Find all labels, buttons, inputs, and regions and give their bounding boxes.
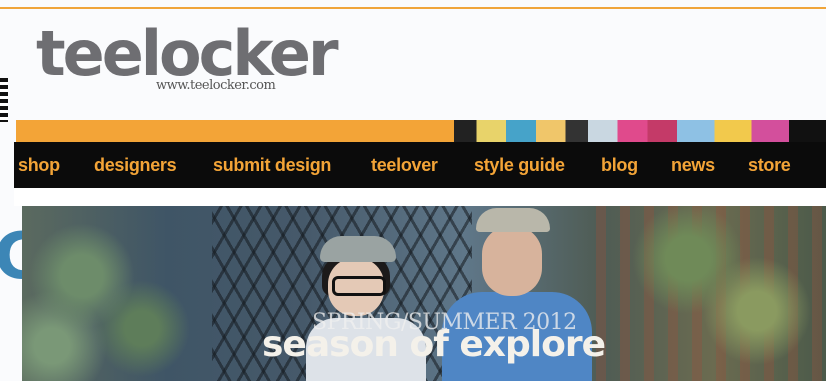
foliage-right-image bbox=[596, 206, 826, 381]
nav-teelover[interactable]: teelover bbox=[371, 142, 438, 188]
nav-spacer bbox=[14, 188, 826, 206]
nav-store[interactable]: store bbox=[748, 142, 791, 188]
nav-shop[interactable]: shop bbox=[18, 142, 60, 188]
menu-bars-icon bbox=[0, 78, 8, 122]
logo-url: www.teelocker.com bbox=[156, 78, 276, 93]
nav-style-guide[interactable]: style guide bbox=[474, 142, 565, 188]
nav-blog[interactable]: blog bbox=[601, 142, 638, 188]
adjacent-window-edge: G bbox=[0, 70, 47, 289]
hero-title: season of explore bbox=[262, 324, 606, 365]
site-logo[interactable]: teelocker www.teelocker.com bbox=[36, 18, 339, 104]
nav-submit-design[interactable]: submit design bbox=[213, 142, 331, 188]
page: G teelocker www.teelocker.com shop desig… bbox=[0, 0, 826, 381]
header-artwork-strip bbox=[454, 120, 826, 142]
top-divider bbox=[0, 7, 826, 9]
main-navigation: shop designers submit design teelover st… bbox=[14, 142, 826, 188]
nav-designers[interactable]: designers bbox=[94, 142, 177, 188]
nav-news[interactable]: news bbox=[671, 142, 715, 188]
hero-banner[interactable]: SPRING/SUMMER 2012 season of explore bbox=[22, 206, 826, 381]
foliage-left-image bbox=[22, 206, 222, 381]
